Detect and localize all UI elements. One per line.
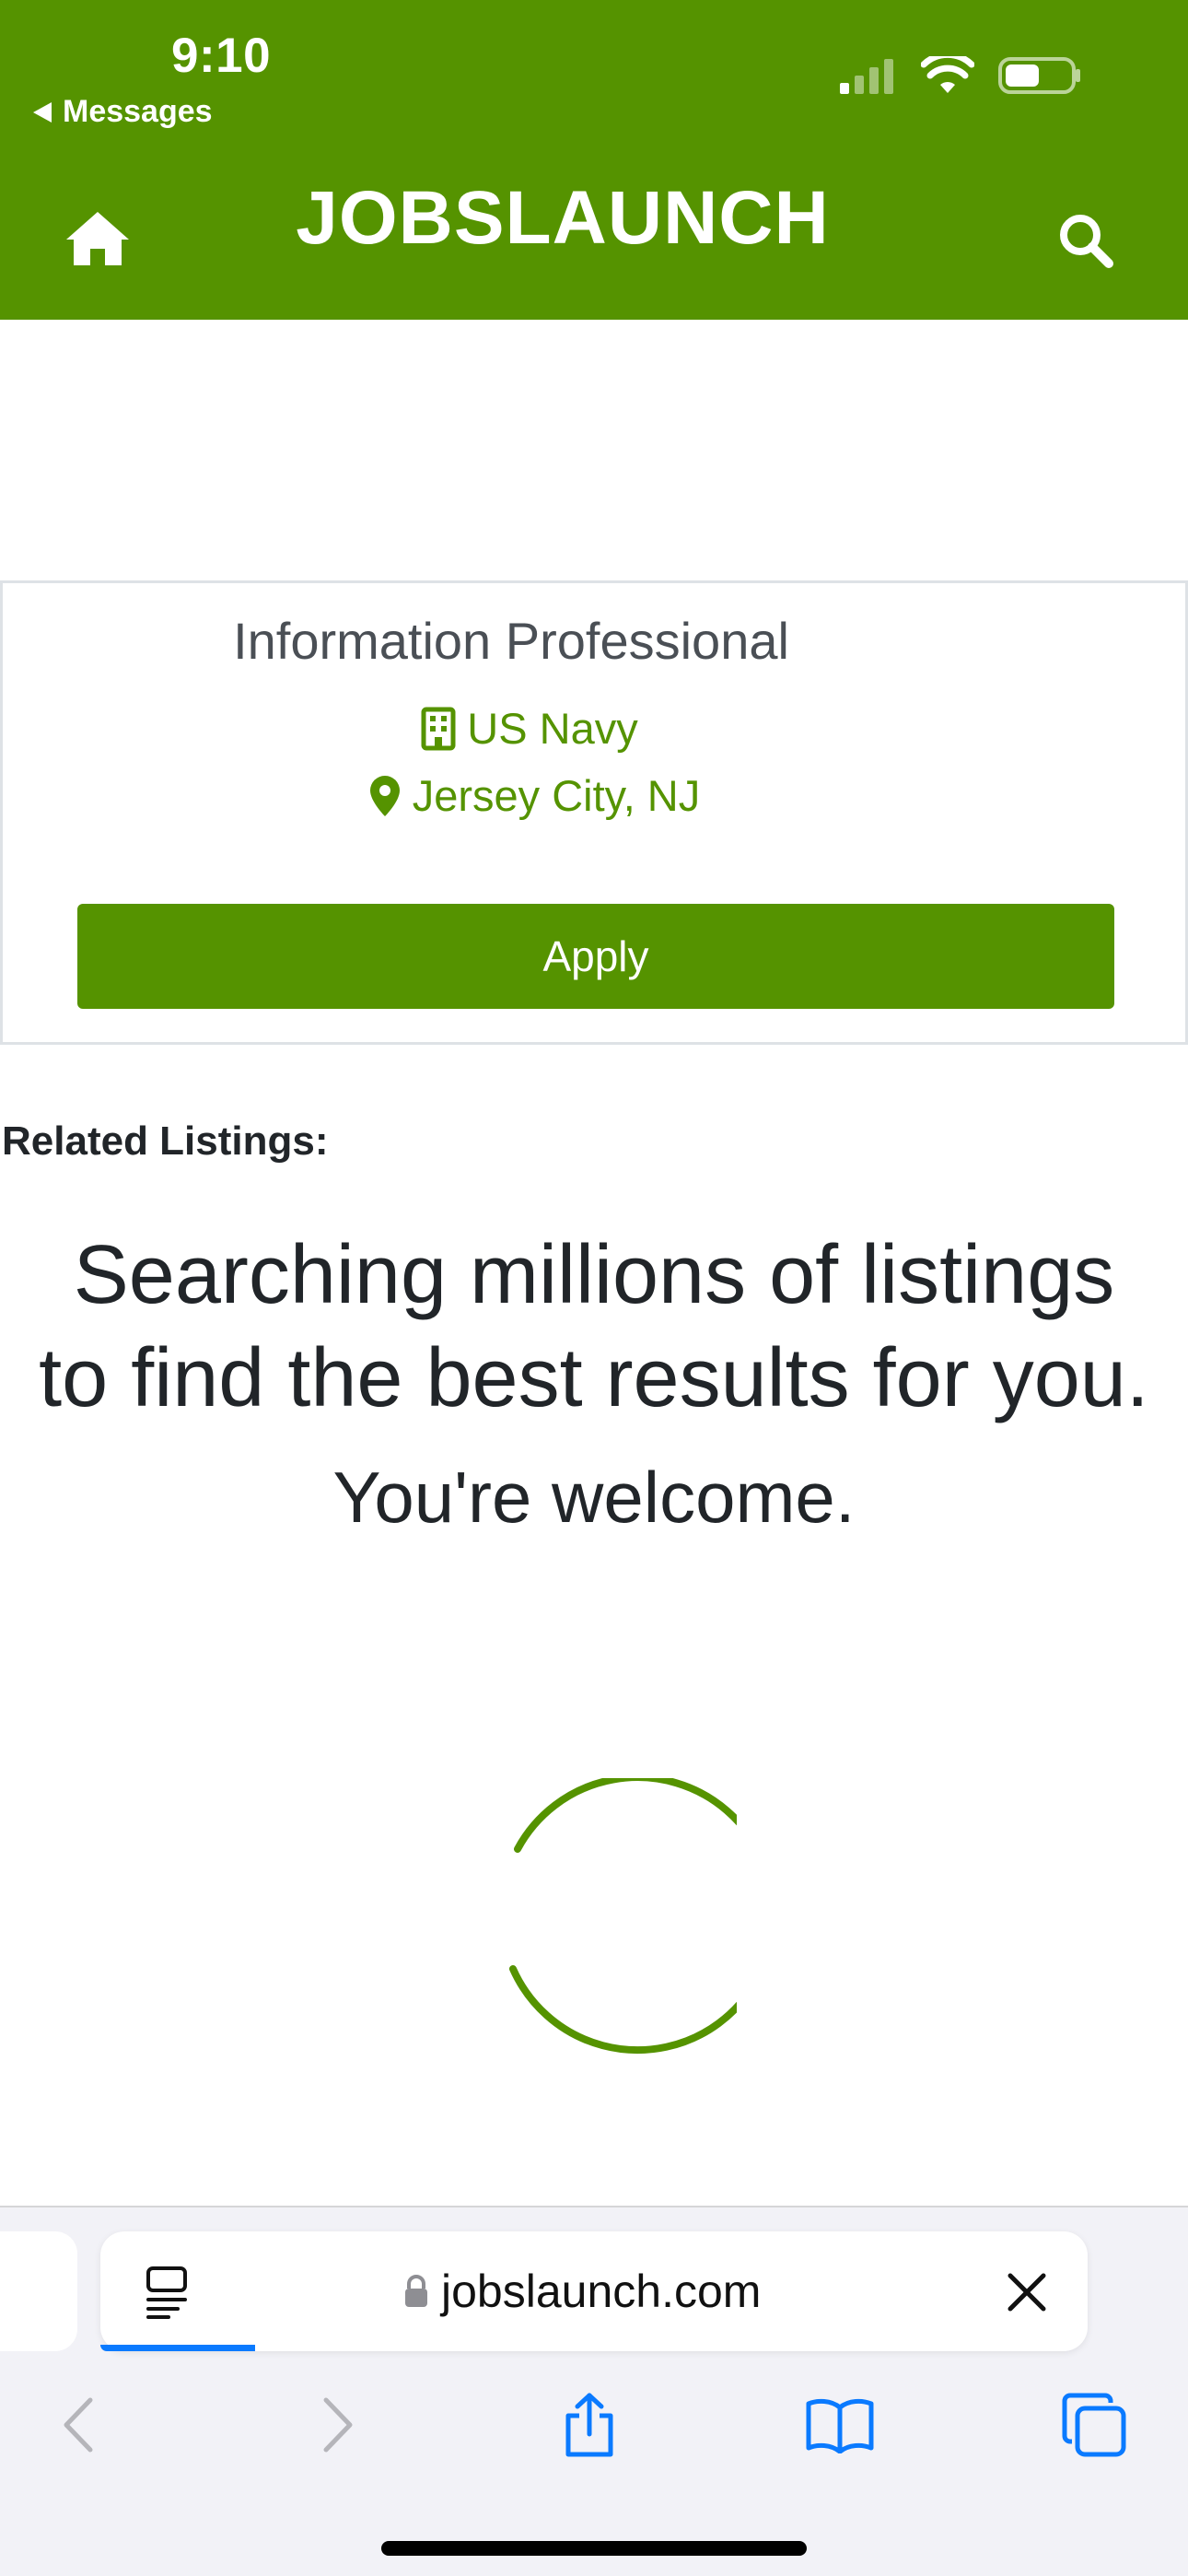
browser-toolbar: [0, 2388, 1188, 2480]
status-icons: [838, 55, 1083, 96]
wifi-icon: [921, 56, 974, 93]
welcome-message: You're welcome.: [332, 1457, 856, 1538]
url-display[interactable]: jobslaunch.com: [404, 2231, 761, 2351]
job-location: Jersey City, NJ: [412, 771, 701, 820]
browser-bottom-bar: jobslaunch.com: [0, 2206, 1188, 2576]
back-app-label: Messages: [63, 94, 213, 129]
search-button[interactable]: [1055, 210, 1116, 271]
close-icon: [1007, 2273, 1046, 2312]
page-load-progress: [100, 2345, 255, 2351]
location-row: Jersey City, NJ: [3, 770, 1185, 821]
job-title[interactable]: Information Professional: [3, 611, 1019, 671]
company-name[interactable]: US Navy: [467, 703, 637, 754]
apply-button[interactable]: Apply: [77, 904, 1114, 1009]
bookmarks-button[interactable]: [803, 2388, 877, 2462]
brand-logo[interactable]: JOBSLAUNCH: [0, 175, 1125, 262]
loading-message: Searching millions of listings to find t…: [0, 1224, 1188, 1430]
lock-icon: [405, 2275, 427, 2307]
loading-line-2: to find the best results for you.: [39, 1332, 1149, 1424]
loading-spinner-icon: [509, 1778, 737, 2055]
url-text: jobslaunch.com: [441, 2266, 762, 2317]
share-icon: [565, 2393, 613, 2457]
battery-icon: [998, 57, 1080, 94]
chevron-left-icon: [64, 2397, 93, 2453]
page-format-icon: [146, 2266, 187, 2319]
cellular-signal-icon: [840, 59, 893, 94]
back-to-messages[interactable]: Messages: [33, 94, 213, 130]
status-time: 9:10: [171, 29, 272, 83]
share-button[interactable]: [553, 2388, 626, 2462]
forward-button[interactable]: [300, 2388, 374, 2462]
company-row: US Navy: [3, 703, 1185, 754]
page-menu-button[interactable]: [145, 2265, 196, 2320]
job-card: Information Professional US Navy Jersey …: [0, 580, 1188, 1045]
search-icon: [1060, 215, 1113, 268]
building-icon: [421, 707, 456, 750]
map-pin-icon: [369, 775, 400, 816]
book-icon: [806, 2398, 874, 2453]
tabs-button[interactable]: [1057, 2388, 1131, 2462]
close-tab-button[interactable]: [1005, 2270, 1049, 2314]
address-bar[interactable]: jobslaunch.com: [100, 2231, 1088, 2351]
back-triangle-icon: [33, 101, 52, 123]
loading-line-1: Searching millions of listings: [73, 1229, 1115, 1321]
chevron-right-icon: [323, 2397, 353, 2453]
top-header: 9:10 Messages JOBSLAUNCH: [0, 0, 1188, 320]
previous-tab[interactable]: [0, 2231, 77, 2351]
tabs-icon: [1062, 2393, 1126, 2457]
back-button[interactable]: [42, 2388, 116, 2462]
home-indicator[interactable]: [381, 2541, 807, 2556]
related-listings-heading: Related Listings:: [2, 1118, 329, 1164]
